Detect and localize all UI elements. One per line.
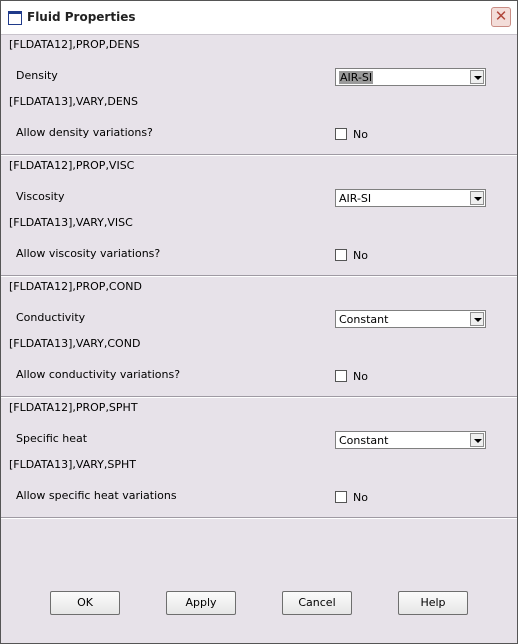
conductivity-section: [FLDATA12],PROP,COND Conductivity Consta… xyxy=(1,276,517,397)
viscosity-prop-command: [FLDATA12],PROP,VISC xyxy=(9,159,135,172)
conductivity-prop-command: [FLDATA12],PROP,COND xyxy=(9,280,142,293)
specific-heat-prop-command: [FLDATA12],PROP,SPHT xyxy=(9,401,138,414)
window-title: Fluid Properties xyxy=(27,10,136,24)
viscosity-label: Viscosity xyxy=(16,190,65,203)
specific-heat-select-value: Constant xyxy=(339,434,389,447)
title-bar: Fluid Properties ✕ xyxy=(1,1,517,35)
viscosity-select[interactable]: AIR-SI xyxy=(335,189,486,207)
conductivity-label: Conductivity xyxy=(16,311,86,324)
conductivity-select-value: Constant xyxy=(339,313,389,326)
specific-heat-vary-label: Allow specific heat variations xyxy=(16,489,177,502)
density-vary-command: [FLDATA13],VARY,DENS xyxy=(9,95,139,108)
viscosity-select-value: AIR-SI xyxy=(339,192,372,205)
viscosity-vary-label: Allow viscosity variations? xyxy=(16,247,161,260)
density-section: [FLDATA12],PROP,DENS Density AIR-SI [FLD… xyxy=(1,34,517,155)
chevron-down-icon[interactable] xyxy=(470,433,484,447)
specific-heat-vary-command: [FLDATA13],VARY,SPHT xyxy=(9,458,136,471)
specific-heat-section: [FLDATA12],PROP,SPHT Specific heat Const… xyxy=(1,397,517,518)
fluid-properties-dialog: Fluid Properties ✕ [FLDATA12],PROP,DENS … xyxy=(0,0,518,644)
cancel-button[interactable]: Cancel xyxy=(282,591,352,615)
specific-heat-select[interactable]: Constant xyxy=(335,431,486,449)
conductivity-vary-checkbox[interactable] xyxy=(335,370,347,382)
density-vary-checkbox-label: No xyxy=(353,128,368,141)
specific-heat-label: Specific heat xyxy=(16,432,88,445)
chevron-down-icon[interactable] xyxy=(470,191,484,205)
conductivity-vary-checkbox-label: No xyxy=(353,370,368,383)
density-label: Density xyxy=(16,69,58,82)
conductivity-select[interactable]: Constant xyxy=(335,310,486,328)
conductivity-vary-command: [FLDATA13],VARY,COND xyxy=(9,337,141,350)
density-select-value: AIR-SI xyxy=(339,71,374,84)
specific-heat-vary-checkbox[interactable] xyxy=(335,491,347,503)
density-vary-label: Allow density variations? xyxy=(16,126,153,139)
viscosity-vary-checkbox[interactable] xyxy=(335,249,347,261)
help-button[interactable]: Help xyxy=(398,591,468,615)
viscosity-vary-checkbox-label: No xyxy=(353,249,368,262)
close-icon[interactable]: ✕ xyxy=(491,7,511,27)
conductivity-vary-label: Allow conductivity variations? xyxy=(16,368,181,381)
ok-button[interactable]: OK xyxy=(50,591,120,615)
apply-button[interactable]: Apply xyxy=(166,591,236,615)
specific-heat-vary-checkbox-label: No xyxy=(353,491,368,504)
chevron-down-icon[interactable] xyxy=(470,70,484,84)
density-vary-checkbox[interactable] xyxy=(335,128,347,140)
chevron-down-icon[interactable] xyxy=(470,312,484,326)
viscosity-vary-command: [FLDATA13],VARY,VISC xyxy=(9,216,133,229)
density-prop-command: [FLDATA12],PROP,DENS xyxy=(9,38,140,51)
viscosity-section: [FLDATA12],PROP,VISC Viscosity AIR-SI [F… xyxy=(1,155,517,276)
density-select[interactable]: AIR-SI xyxy=(335,68,486,86)
window-icon xyxy=(8,11,22,25)
